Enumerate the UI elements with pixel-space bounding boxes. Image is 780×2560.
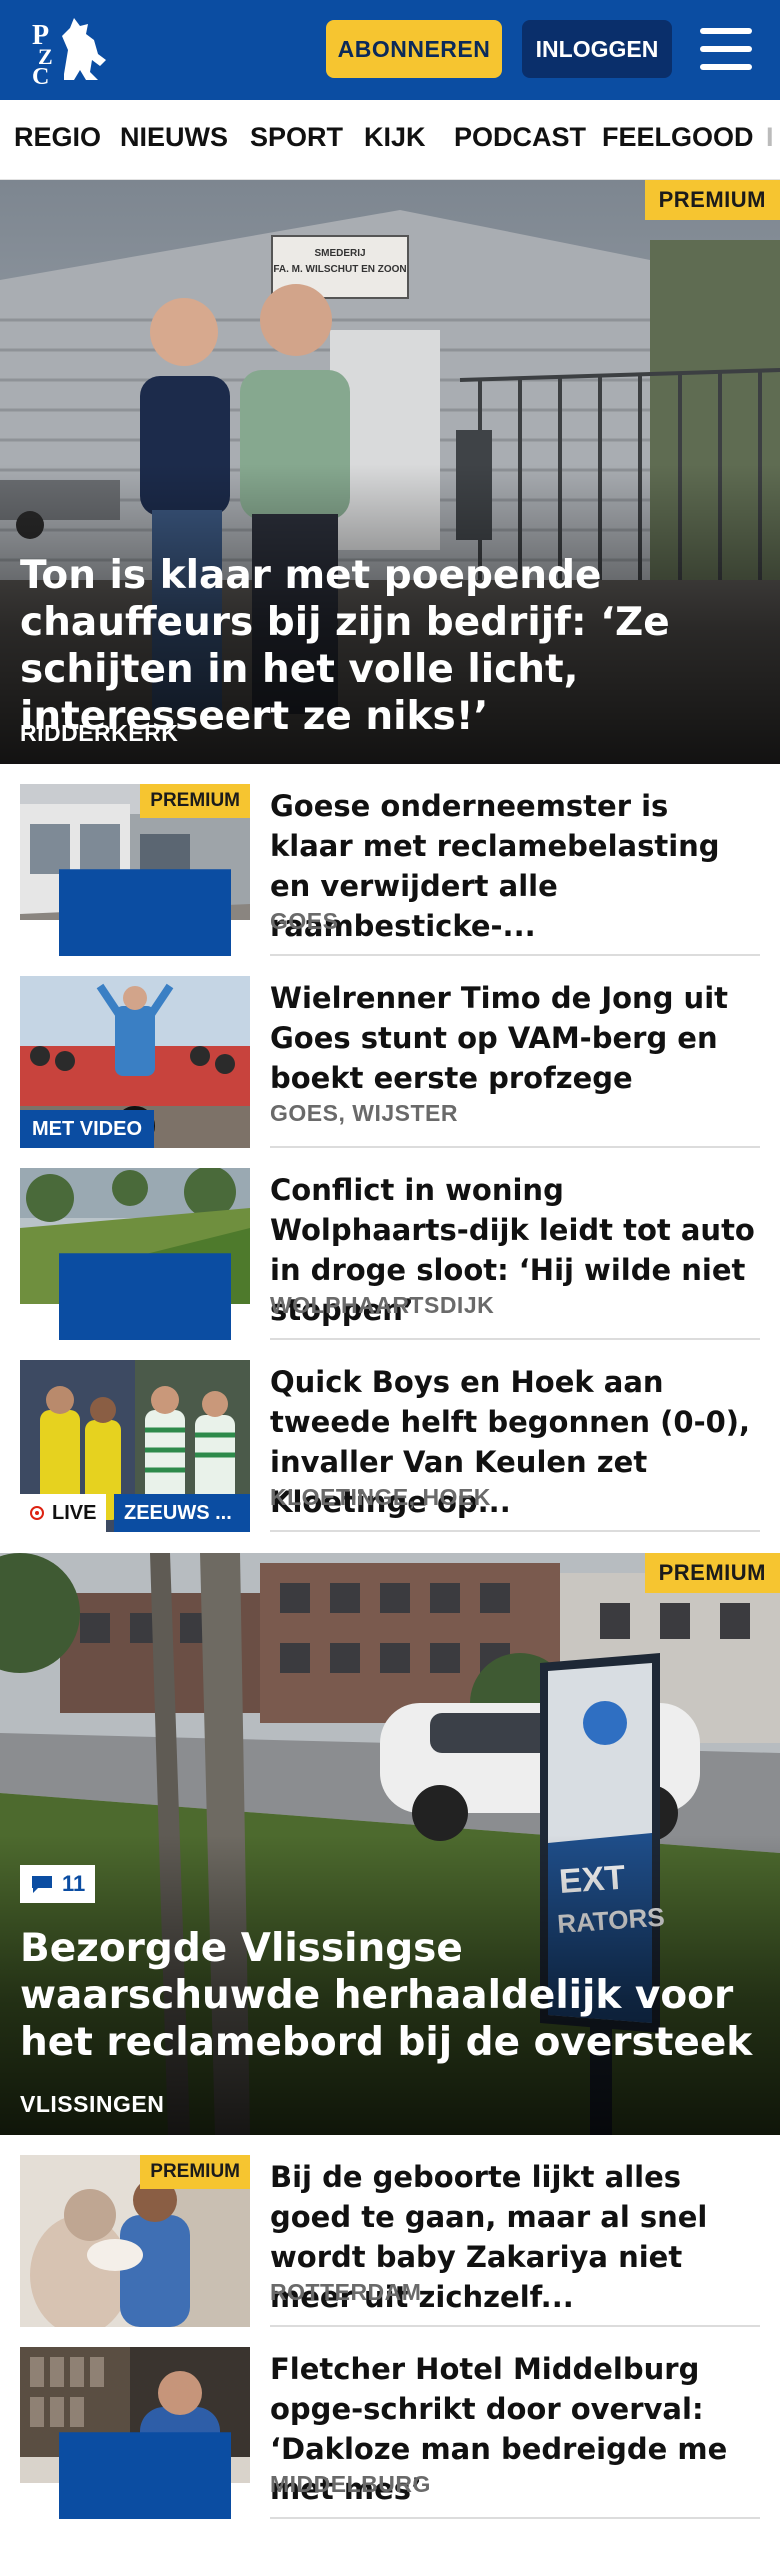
- article-location: GOES: [270, 908, 339, 934]
- divider: [270, 1338, 760, 1340]
- article-location: KLOETINGE, HOEK: [270, 1484, 491, 1510]
- article-thumbnail: LIVE ZEEUWS ...: [20, 1360, 250, 1532]
- comment-count-badge[interactable]: 3: [20, 2432, 250, 2519]
- section-nav: REGIO NIEUWS SPORT KIJK PODCAST FEELGOOD…: [0, 100, 780, 180]
- nav-item-kijk[interactable]: KIJK: [364, 122, 426, 153]
- nav-item-nieuws[interactable]: NIEUWS: [120, 122, 228, 153]
- list-item[interactable]: PREMIUM Bij de geboorte lijkt alles goed…: [20, 2155, 760, 2327]
- live-icon: [30, 1506, 44, 1520]
- subscribe-button[interactable]: ABONNEREN: [326, 20, 502, 78]
- article-thumbnail: PREMIUM 3: [20, 784, 250, 956]
- hero-location: VLISSINGEN: [20, 2091, 165, 2117]
- article-thumbnail: 3: [20, 2347, 250, 2519]
- list-item[interactable]: 1 Conflict in woning Wolphaarts-dijk lei…: [20, 1168, 760, 1340]
- article-thumbnail: PREMIUM: [20, 2155, 250, 2327]
- premium-badge: PREMIUM: [644, 180, 780, 220]
- svg-text:SMEDERIJ: SMEDERIJ: [314, 248, 365, 259]
- login-button[interactable]: INLOGGEN: [522, 20, 672, 78]
- comment-icon: [32, 1876, 52, 1893]
- article-headline[interactable]: Wielrenner Timo de Jong uit Goes stunt o…: [270, 978, 760, 1098]
- channel-badge: ZEEUWS ...: [114, 1494, 250, 1532]
- list-item[interactable]: LIVE ZEEUWS ... Quick Boys en Hoek aan t…: [20, 1360, 760, 1532]
- nav-item-more[interactable]: I: [766, 122, 774, 153]
- article-location: MIDDELBURG: [270, 2471, 431, 2497]
- nav-item-regio[interactable]: REGIO: [14, 122, 101, 153]
- premium-badge: PREMIUM: [140, 784, 250, 818]
- live-badge: LIVE: [20, 1494, 107, 1532]
- comment-count-badge[interactable]: 3: [20, 869, 250, 956]
- nav-item-sport[interactable]: SPORT: [250, 122, 343, 153]
- video-badge: MET VIDEO: [20, 1110, 155, 1148]
- hero-location: RIDDERKERK: [20, 720, 179, 746]
- svg-text:C: C: [32, 64, 49, 86]
- article-location: WOLPHAARTSDIJK: [270, 1292, 495, 1318]
- hero-article-ridderkerk[interactable]: SMEDERIJ FA. M. WILSCHUT EN ZOON PREMIUM…: [0, 180, 780, 764]
- live-label: LIVE: [52, 1501, 97, 1524]
- list-item[interactable]: MET VIDEO Wielrenner Timo de Jong uit Go…: [20, 976, 760, 1148]
- hero-headline[interactable]: Bezorgde Vlissingse waarschuwde herhaald…: [20, 1925, 760, 2066]
- premium-badge: PREMIUM: [644, 1553, 780, 1593]
- divider: [270, 954, 760, 956]
- article-thumbnail: MET VIDEO: [20, 976, 250, 1148]
- comment-count-badge[interactable]: 1: [20, 1253, 250, 1340]
- article-headline[interactable]: Goese onderneemster is klaar met reclame…: [270, 786, 760, 946]
- comment-count-badge[interactable]: 11: [20, 1865, 96, 1903]
- divider: [270, 1530, 760, 1532]
- svg-text:FA. M. WILSCHUT EN ZOON: FA. M. WILSCHUT EN ZOON: [273, 264, 406, 275]
- article-location: GOES, WIJSTER: [270, 1100, 458, 1126]
- comment-icon: [59, 869, 231, 956]
- divider: [270, 2325, 760, 2327]
- list-item[interactable]: 3 Fletcher Hotel Middelburg opge-schrikt…: [20, 2347, 760, 2519]
- hero-article-vlissingen[interactable]: EXT RATORS PREMIUM 11 Bezorgde Vlissings…: [0, 1553, 780, 2135]
- menu-icon[interactable]: [700, 28, 752, 72]
- hero-headline[interactable]: Ton is klaar met poepende chauffeurs bij…: [20, 552, 760, 740]
- nav-item-podcast[interactable]: PODCAST: [454, 122, 586, 153]
- premium-badge: PREMIUM: [140, 2155, 250, 2189]
- nav-item-feelgood[interactable]: FEELGOOD: [602, 122, 754, 153]
- comment-icon: [59, 1253, 231, 1340]
- divider: [270, 2517, 760, 2519]
- comment-count: 11: [62, 1871, 86, 1896]
- article-location: ROTTERDAM: [270, 2279, 422, 2305]
- pzc-logo[interactable]: P Z C: [28, 14, 112, 90]
- site-header: P Z C ABONNEREN INLOGGEN: [0, 0, 780, 100]
- divider: [270, 1146, 760, 1148]
- comment-icon: [59, 2432, 231, 2519]
- list-item[interactable]: PREMIUM 3 Goese onderneemster is klaar m…: [20, 784, 760, 956]
- article-thumbnail: 1: [20, 1168, 250, 1340]
